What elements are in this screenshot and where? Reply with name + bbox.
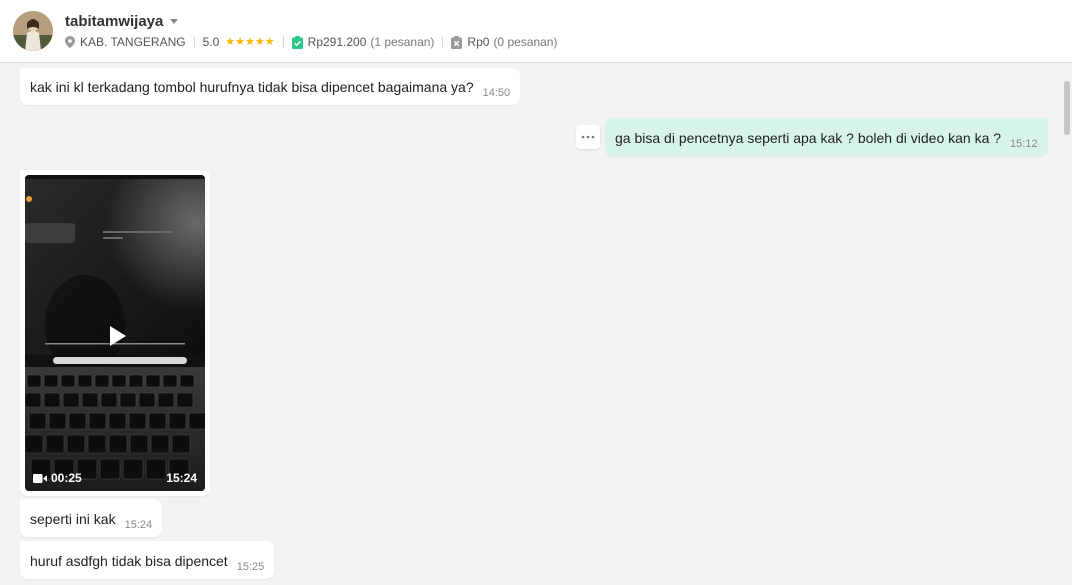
- spent-amount: Rp291.200: [307, 35, 367, 49]
- video-thumbnail[interactable]: 00:25 15:24: [25, 175, 205, 491]
- video-camera-icon: [33, 473, 47, 483]
- star-icon: ★: [225, 35, 236, 48]
- avatar[interactable]: [13, 11, 53, 51]
- completed-orders: Rp291.200 (1 pesanan): [291, 35, 435, 49]
- message-text: ga bisa di pencetnya seperti apa kak ? b…: [615, 130, 1002, 146]
- message-bubble-incoming: huruf asdfgh tidak bisa dipencet 15:25: [20, 541, 275, 579]
- divider: [442, 36, 444, 48]
- cancelled-orders: Rp0 (0 pesanan): [451, 35, 557, 49]
- scrollbar-thumb[interactable]: [1064, 81, 1070, 135]
- video-duration-text: 00:25: [51, 471, 82, 485]
- rating: 5.0 ★ ★ ★ ★ ★: [203, 35, 275, 49]
- message-time: 15:24: [124, 519, 153, 531]
- clipboard-x-icon: [451, 35, 463, 49]
- chevron-down-icon[interactable]: [170, 19, 179, 24]
- message-text: kak ini kl terkadang tombol hurufnya tid…: [30, 79, 474, 95]
- location-text: KAB. TANGERANG: [80, 35, 186, 49]
- divider: [282, 36, 284, 48]
- play-icon[interactable]: [106, 325, 128, 347]
- username-row[interactable]: tabitamwijaya: [65, 13, 179, 30]
- cancelled-orders-count: (0 pesanan): [493, 35, 558, 49]
- rating-value: 5.0: [202, 35, 220, 49]
- message-time: 15:12: [1010, 138, 1038, 150]
- chat-thread[interactable]: kak ini kl terkadang tombol hurufnya tid…: [0, 63, 1072, 585]
- cancelled-amount: Rp0: [467, 35, 490, 49]
- buyer-meta: KAB. TANGERANG 5.0 ★ ★ ★ ★ ★ Rp291.200 (…: [65, 35, 557, 49]
- location-pin-icon: [65, 36, 75, 48]
- star-icon: ★: [245, 35, 255, 48]
- message-bubble-incoming: kak ini kl terkadang tombol hurufnya tid…: [20, 68, 521, 105]
- video-message[interactable]: 00:25 15:24: [20, 170, 210, 496]
- message-text: huruf asdfgh tidak bisa dipencet: [30, 553, 228, 569]
- star-icon: ★: [264, 35, 275, 48]
- location: KAB. TANGERANG: [65, 35, 186, 49]
- more-horizontal-icon: [581, 135, 595, 139]
- star-icon: ★: [235, 35, 246, 48]
- message-time: 14:50: [482, 87, 511, 99]
- message-time: 15:25: [236, 561, 265, 573]
- message-bubble-outgoing: ga bisa di pencetnya seperti apa kak ? b…: [605, 118, 1048, 156]
- divider: [193, 36, 195, 48]
- spent-orders: (1 pesanan): [370, 35, 435, 49]
- message-options-button[interactable]: [576, 125, 600, 149]
- username[interactable]: tabitamwijaya: [65, 13, 163, 30]
- star-icon: ★: [254, 35, 265, 48]
- video-duration: 00:25: [33, 471, 82, 485]
- scrollbar[interactable]: [1062, 63, 1072, 585]
- clipboard-check-icon: [291, 35, 303, 49]
- rating-stars: ★ ★ ★ ★ ★: [225, 35, 275, 48]
- message-text: seperti ini kak: [30, 511, 116, 527]
- chat-header: tabitamwijaya KAB. TANGERANG 5.0 ★ ★ ★ ★…: [0, 0, 1072, 63]
- message-bubble-incoming: seperti ini kak 15:24: [20, 499, 163, 537]
- message-time: 15:24: [166, 471, 197, 485]
